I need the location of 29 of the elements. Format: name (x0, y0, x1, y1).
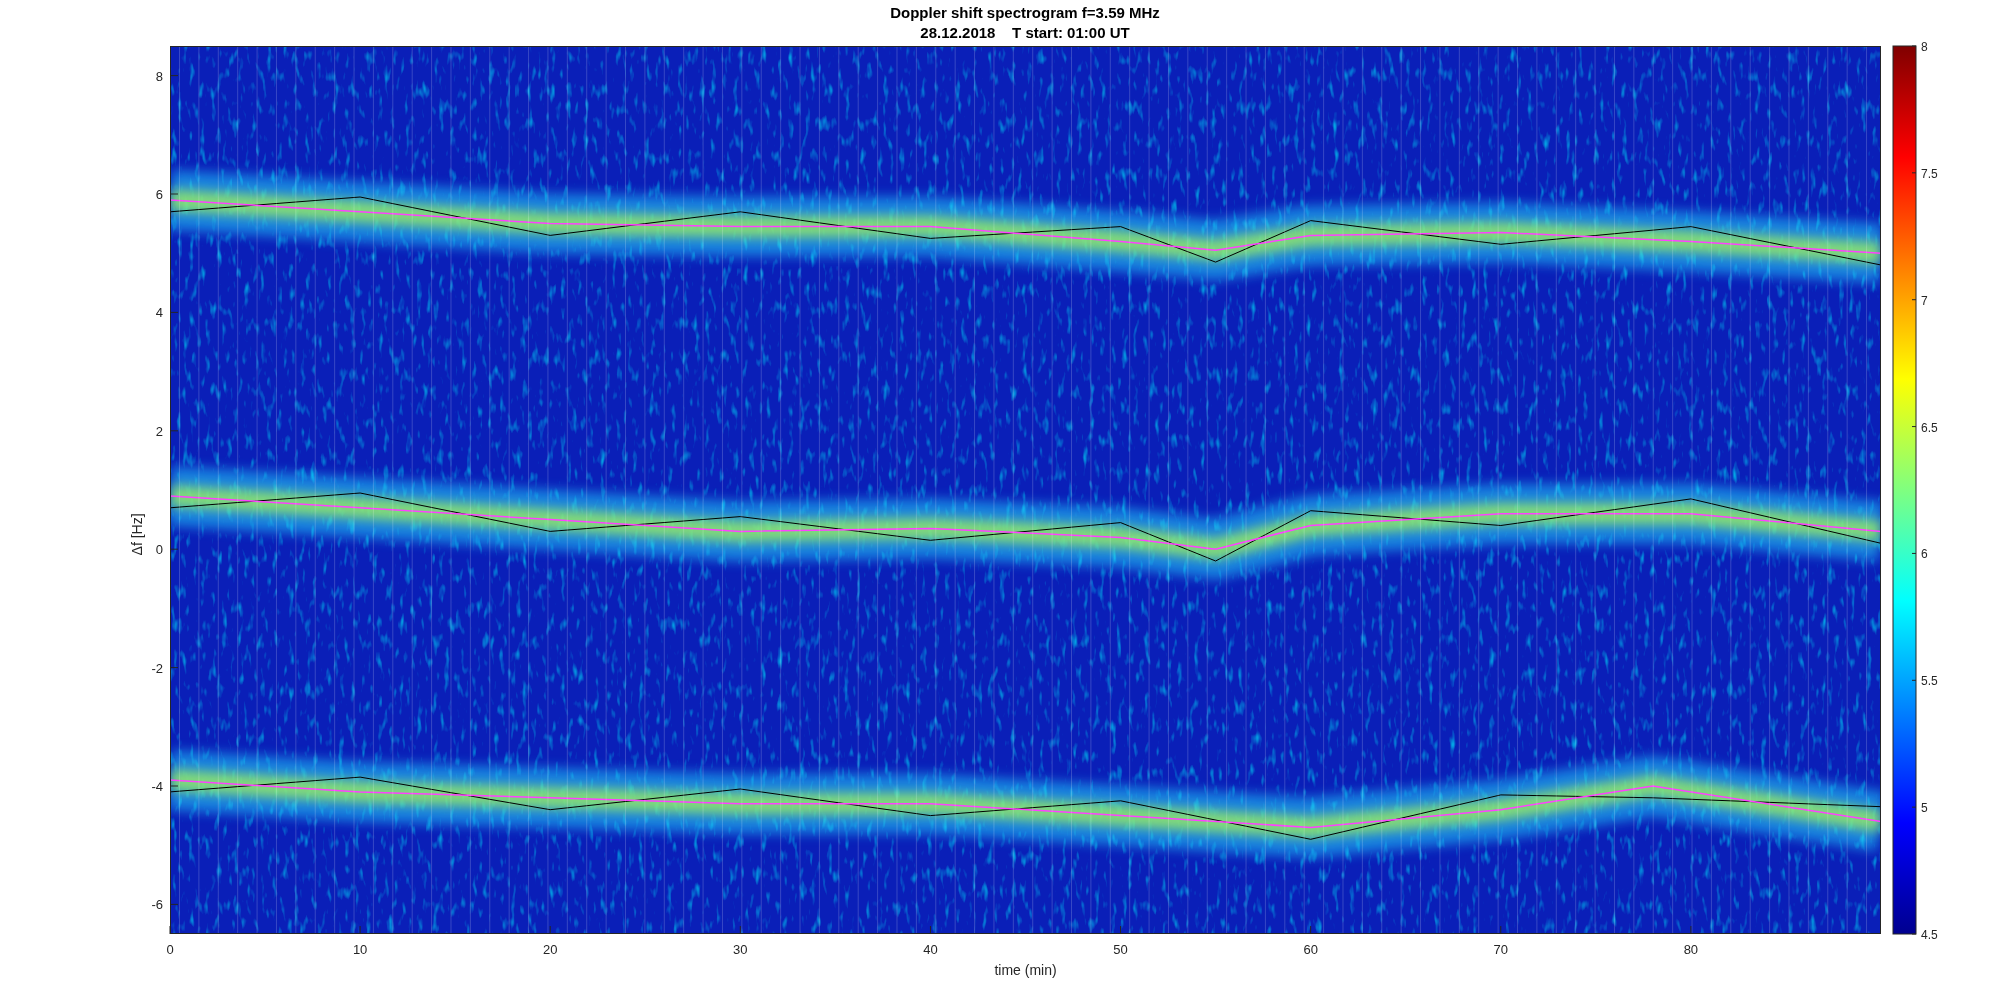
tick-label: 5.5 (1921, 674, 1938, 689)
tick-label: 4 (155, 305, 163, 321)
tick-label: 5 (1921, 801, 1928, 816)
tick-label: 10 (352, 942, 368, 957)
tick-label: 8 (155, 68, 163, 84)
tick-label: 30 (733, 942, 748, 957)
tick-label: 7 (1921, 293, 1928, 308)
tick-label: 2 (155, 423, 163, 439)
tick-label: 40 (923, 942, 938, 957)
tick-label: 70 (1493, 942, 1508, 957)
tick-label: 4.5 (1921, 928, 1938, 942)
tick-label: 0 (166, 942, 174, 957)
tick-label: -4 (151, 779, 163, 794)
tick-label: -2 (151, 660, 163, 676)
x-axis-label: time (min) (994, 962, 1057, 978)
tick-label: 0 (155, 542, 163, 558)
tick-label: 8 (1921, 40, 1928, 54)
tick-label: -6 (151, 897, 163, 913)
chart-subtitle: 28.12.2018 T start: 01:00 UT (920, 24, 1130, 41)
tick-label: 6.5 (1921, 420, 1938, 435)
tick-label: 60 (1303, 942, 1318, 957)
tick-label: 80 (1683, 942, 1699, 957)
chart-title: Doppler shift spectrogram f=3.59 MHz (890, 4, 1160, 21)
tick-label: 6 (155, 187, 163, 202)
tick-label: 6 (1921, 547, 1928, 562)
y-axis-label: Δf [Hz] (129, 513, 145, 556)
tick-label: 20 (543, 942, 558, 957)
tick-label: 50 (1113, 942, 1128, 957)
tick-label: 7.5 (1921, 166, 1938, 181)
